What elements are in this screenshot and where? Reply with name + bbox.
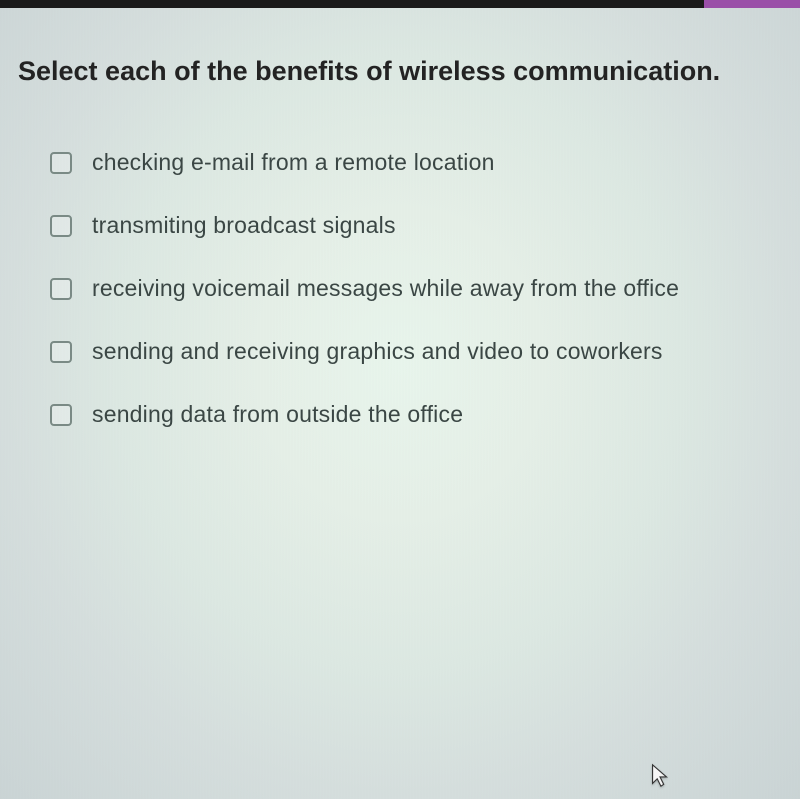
question-panel: Select each of the benefits of wireless … <box>0 8 800 799</box>
option-label: receiving voicemail messages while away … <box>92 275 679 302</box>
options-list: checking e-mail from a remote location t… <box>18 149 782 428</box>
option-label: sending data from outside the office <box>92 401 463 428</box>
checkbox-icon[interactable] <box>50 278 72 300</box>
cursor-icon <box>650 763 670 789</box>
checkbox-icon[interactable] <box>50 215 72 237</box>
question-prompt: Select each of the benefits of wireless … <box>18 56 782 87</box>
option-row[interactable]: sending data from outside the office <box>50 401 782 428</box>
option-row[interactable]: transmiting broadcast signals <box>50 212 782 239</box>
option-label: checking e-mail from a remote location <box>92 149 495 176</box>
window-top-bar <box>0 0 800 8</box>
checkbox-icon[interactable] <box>50 404 72 426</box>
option-label: sending and receiving graphics and video… <box>92 338 663 365</box>
option-row[interactable]: receiving voicemail messages while away … <box>50 275 782 302</box>
option-label: transmiting broadcast signals <box>92 212 396 239</box>
option-row[interactable]: checking e-mail from a remote location <box>50 149 782 176</box>
checkbox-icon[interactable] <box>50 152 72 174</box>
option-row[interactable]: sending and receiving graphics and video… <box>50 338 782 365</box>
checkbox-icon[interactable] <box>50 341 72 363</box>
